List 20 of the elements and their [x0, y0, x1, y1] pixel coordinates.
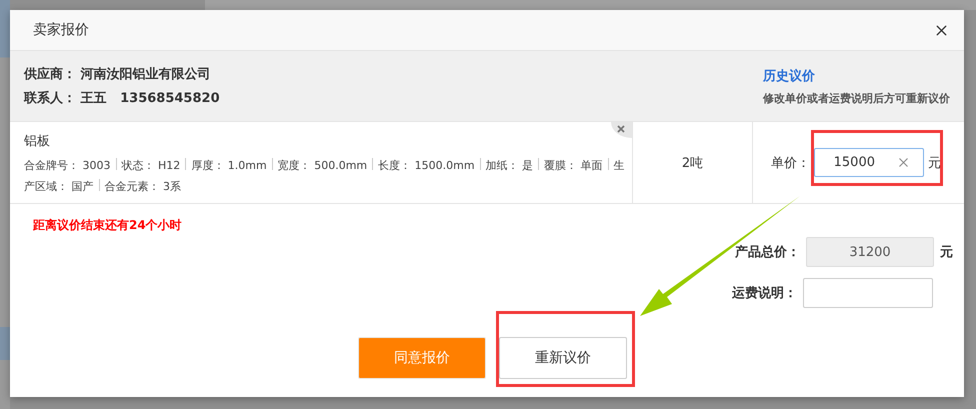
dialog-title: 卖家报价 [33, 21, 89, 39]
unit-price-label: 单价： [771, 154, 810, 172]
remove-icon[interactable] [611, 122, 632, 138]
total-field: 31200 [806, 237, 934, 267]
quantity-text: 2吨 [682, 154, 704, 172]
countdown-text: 距离议价结束还有24个小时 [33, 217, 182, 234]
clear-icon[interactable] [899, 158, 908, 167]
product-name: 铝板 [24, 133, 50, 150]
total-label: 产品总价： [735, 244, 800, 261]
spec-text: 合金牌号： 3003 状态： H12 厚度： 1.0mm 宽度： 500.0mm 长度： 1500.0mm 加纸： 是 覆膜： 单面 生产区域： 国产 合金元素： 3系 [24, 157, 626, 195]
unit-text: 元 [928, 154, 941, 172]
freight-field[interactable] [803, 278, 933, 308]
unit-price-field[interactable]: 15000 [814, 148, 924, 177]
renegotiate-button[interactable]: 重新议价 [499, 337, 627, 379]
freight-label: 运费说明： [732, 285, 797, 302]
supplier-text: 供应商： 河南汝阳铝业有限公司 [24, 66, 212, 83]
history-link[interactable]: 历史议价 [763, 66, 815, 84]
hint-text: 修改单价或者运费说明后方可重新议价 [763, 90, 950, 106]
contact-text: 联系人： 王五 13568545820 [24, 90, 220, 107]
unit-text: 元 [940, 244, 953, 261]
